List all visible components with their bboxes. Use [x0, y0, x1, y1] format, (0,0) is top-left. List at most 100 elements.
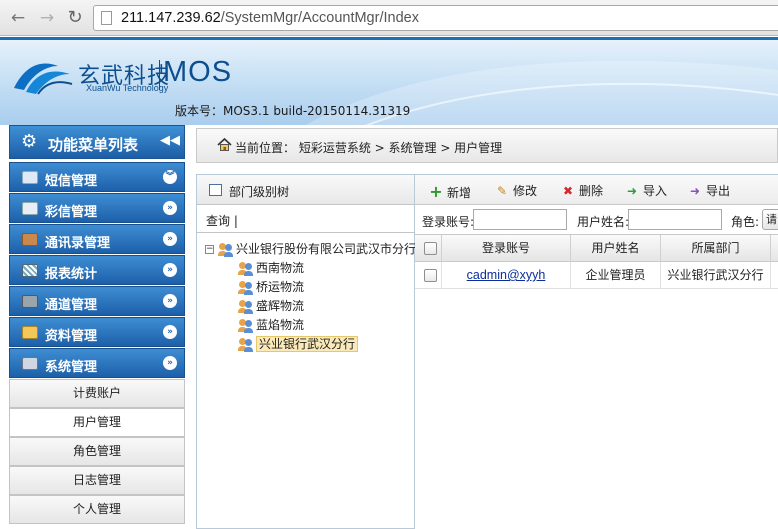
account-link[interactable]: cadmin@xyyh [467, 268, 546, 282]
url-text[interactable]: 211.147.239.62/SystemMgr/AccountMgr/Inde… [121, 10, 419, 26]
tree-node[interactable]: 西南物流 [238, 259, 304, 277]
collapse-toggle-icon[interactable]: − [205, 245, 214, 254]
chevron-down-circle-icon[interactable]: ︾ [163, 170, 177, 184]
sub-item-users[interactable]: 用户管理 [9, 408, 185, 437]
tree-node-selected[interactable]: 兴业银行武汉分行 [238, 335, 359, 353]
users-icon [238, 337, 254, 352]
folder-icon [22, 326, 38, 339]
column-header-overflow [770, 235, 778, 262]
sidebar-title-bar: ⚙ 功能菜单列表 ◀◀ [9, 125, 185, 159]
reload-icon[interactable]: ↻ [65, 8, 85, 28]
url-path: /SystemMgr/AccountMgr/Index [220, 10, 419, 26]
tree-search-label: 查询 | [206, 214, 238, 228]
browser-toolbar: ← → ↻ 211.147.239.62/SystemMgr/AccountMg… [0, 0, 778, 36]
users-icon [238, 280, 254, 295]
sub-item-roles[interactable]: 角色管理 [9, 437, 185, 466]
menu-documents[interactable]: 资料管理 » [9, 317, 185, 347]
sub-item-logs[interactable]: 日志管理 [9, 466, 185, 495]
address-bar[interactable]: 211.147.239.62/SystemMgr/AccountMgr/Inde… [93, 5, 778, 31]
menu-mms[interactable]: 彩信管理 » [9, 193, 185, 223]
cell-account: cadmin@xyyh [441, 262, 570, 289]
sub-item-billing[interactable]: 计费账户 [9, 379, 185, 408]
tree-node-label: 桥运物流 [256, 280, 305, 294]
users-icon [238, 261, 254, 276]
logo-separator [159, 60, 160, 90]
name-filter-input[interactable] [628, 209, 722, 230]
back-arrow-icon[interactable]: ← [8, 8, 28, 28]
tree-node-label: 蓝焰物流 [256, 318, 305, 332]
export-icon: ➜ [689, 184, 701, 198]
chevron-right-circle-icon[interactable]: » [163, 232, 177, 246]
column-header-name[interactable]: 用户姓名 [570, 235, 660, 262]
gear-icon: ⚙ [21, 131, 38, 152]
add-label: 新增 [447, 186, 472, 200]
import-button[interactable]: ➜ 导入 [625, 182, 667, 199]
forward-arrow-icon[interactable]: → [37, 8, 57, 28]
delete-label: 删除 [579, 184, 604, 198]
name-filter-label: 用户姓名: [577, 215, 630, 229]
delete-x-icon: ✖ [562, 184, 574, 198]
table-row[interactable]: cadmin@xyyh 企业管理员 兴业银行武汉分行 [415, 262, 778, 289]
edit-label: 修改 [513, 184, 538, 198]
role-filter-select[interactable]: 请 [762, 209, 778, 230]
filter-row: 登录账号: 用户姓名: 角色: 请 [415, 205, 778, 235]
cell-dept: 兴业银行武汉分行 [660, 262, 770, 289]
menu-contacts[interactable]: 通讯录管理 » [9, 224, 185, 254]
delete-button[interactable]: ✖ 删除 [561, 182, 603, 199]
breadcrumb: 当前位置： 短彩运营系统 > 系统管理 > 用户管理 [196, 128, 778, 163]
tree-search[interactable]: 查询 | [197, 205, 414, 233]
users-icon [218, 242, 234, 257]
sub-item-personal[interactable]: 个人管理 [9, 495, 185, 524]
import-label: 导入 [643, 184, 668, 198]
tree-node-label: 盛辉物流 [256, 299, 305, 313]
grid-toolbar: + 新增 ✎ 修改 ✖ 删除 ➜ 导入 ➜ 导出 [415, 175, 778, 205]
menu-label: 通讯录管理 [45, 236, 111, 251]
select-all-checkbox[interactable] [424, 242, 437, 255]
product-name: MOS [163, 56, 233, 88]
menu-reports[interactable]: 报表统计 » [9, 255, 185, 285]
home-icon [217, 137, 232, 151]
account-filter-input[interactable] [473, 209, 567, 230]
menu-system[interactable]: 系统管理 » [9, 348, 185, 378]
column-header-dept[interactable]: 所属部门 [660, 235, 770, 262]
tree-node-label: 西南物流 [256, 261, 305, 275]
contacts-icon [22, 233, 38, 246]
role-filter-label: 角色: [731, 215, 760, 229]
import-icon: ➜ [626, 184, 638, 198]
column-header-account[interactable]: 登录账号 [441, 235, 570, 262]
chevron-right-circle-icon[interactable]: » [163, 325, 177, 339]
export-button[interactable]: ➜ 导出 [688, 182, 730, 199]
chevron-right-circle-icon[interactable]: » [163, 356, 177, 370]
cell-name: 企业管理员 [570, 262, 660, 289]
plus-icon: + [429, 182, 443, 201]
chevron-right-circle-icon[interactable]: » [163, 263, 177, 277]
xuanwu-logo-icon [14, 63, 73, 95]
user-grid-panel: + 新增 ✎ 修改 ✖ 删除 ➜ 导入 ➜ 导出 登录账号: 用户姓名: 角色: 请 登录… [415, 174, 778, 529]
report-icon [22, 264, 38, 277]
export-label: 导出 [706, 184, 731, 198]
tree-root-node[interactable]: − 兴业银行股份有限公司武汉市分行 [205, 240, 416, 258]
tree-panel-icon [209, 184, 222, 196]
menu-label: 通道管理 [45, 298, 98, 313]
chevron-right-circle-icon[interactable]: » [163, 294, 177, 308]
pencil-icon: ✎ [496, 184, 508, 198]
add-button[interactable]: + 新增 [429, 182, 471, 201]
tree-node-label: 兴业银行股份有限公司武汉市分行 [236, 242, 417, 256]
page-icon [101, 11, 112, 25]
tree-node[interactable]: 盛辉物流 [238, 297, 304, 315]
chevron-right-circle-icon[interactable]: » [163, 201, 177, 215]
menu-label: 系统管理 [45, 360, 98, 375]
edit-button[interactable]: ✎ 修改 [495, 182, 537, 199]
menu-channels[interactable]: 通道管理 » [9, 286, 185, 316]
menu-sms[interactable]: 短信管理 ︾ [9, 162, 185, 192]
system-icon [22, 357, 38, 370]
menu-label: 报表统计 [45, 267, 98, 282]
tree-node[interactable]: 蓝焰物流 [238, 316, 304, 334]
sidebar: ⚙ 功能菜单列表 ◀◀ 短信管理 ︾ 彩信管理 » 通讯录管理 » 报表统计 »… [0, 125, 192, 529]
menu-label: 彩信管理 [45, 205, 98, 220]
users-icon [238, 299, 254, 314]
cell-overflow [770, 262, 778, 289]
double-chevron-left-icon[interactable]: ◀◀ [160, 133, 180, 148]
row-checkbox[interactable] [424, 269, 437, 282]
tree-node[interactable]: 桥运物流 [238, 278, 304, 296]
